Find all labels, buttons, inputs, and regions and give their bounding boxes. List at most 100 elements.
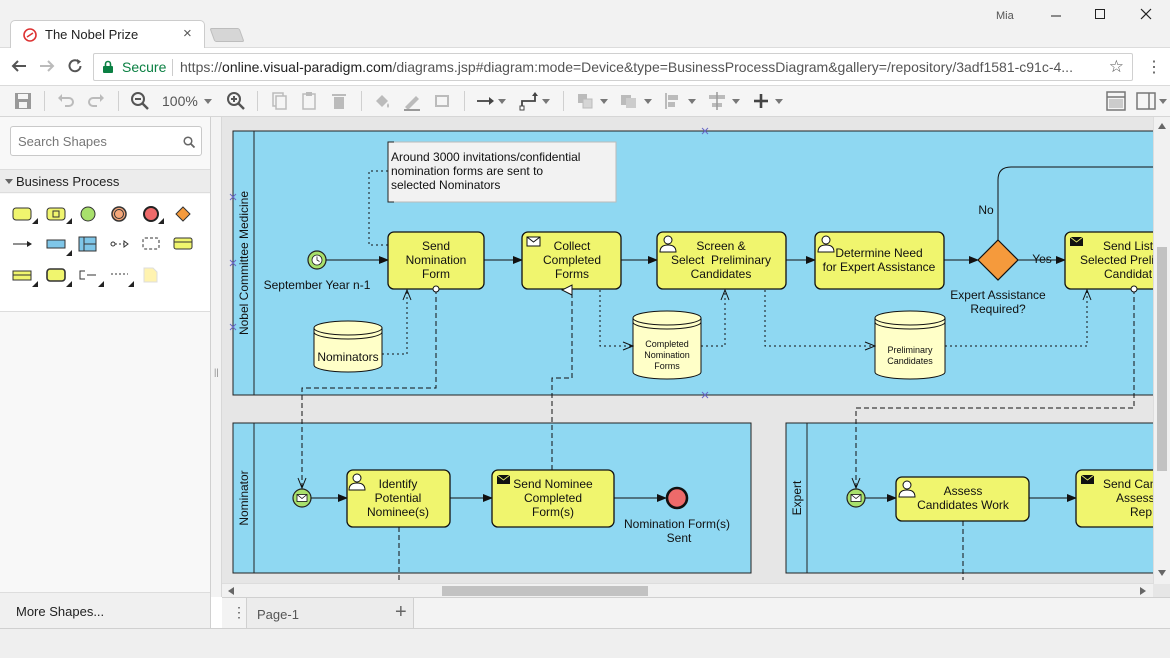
datastore-completed-nomination-forms[interactable]: Completed Nomination Forms (632, 310, 702, 380)
back-arrow-icon[interactable] (9, 57, 29, 77)
distribute-icon[interactable] (706, 90, 728, 112)
bookmark-star-icon[interactable]: ☆ (1109, 57, 1124, 77)
connector-style-icon[interactable] (474, 90, 496, 112)
task-identify-potential-nominees[interactable]: Identify Potential Nominee(s) (346, 469, 451, 528)
group-icon[interactable] (618, 90, 640, 112)
copy-icon[interactable] (268, 90, 290, 112)
collapse-caret-icon[interactable] (5, 179, 13, 184)
shadow-icon[interactable] (431, 90, 453, 112)
align-icon[interactable] (662, 90, 684, 112)
align-dropdown-icon[interactable] (688, 99, 696, 104)
scroll-right-icon[interactable] (1140, 587, 1146, 595)
page-tab[interactable]: Page-1 (246, 598, 414, 629)
panel-dropdown-icon[interactable] (1159, 99, 1167, 104)
business-process-section-header[interactable]: Business Process (0, 169, 210, 193)
horizontal-scrollbar[interactable] (222, 583, 1153, 597)
scroll-down-icon[interactable] (1158, 570, 1166, 576)
outline-panel-icon[interactable] (1135, 90, 1157, 112)
url-field[interactable]: Secure https://online.visual-paradigm.co… (93, 53, 1133, 81)
arrange-dropdown-icon[interactable] (600, 99, 608, 104)
page-menu-icon[interactable]: ⋮ (232, 604, 246, 621)
start-event-shape-icon[interactable] (80, 206, 96, 222)
save-icon[interactable] (12, 90, 34, 112)
scroll-left-icon[interactable] (228, 587, 234, 595)
lane-shape-icon[interactable] (78, 236, 97, 252)
forward-arrow-icon[interactable] (37, 57, 57, 77)
data-object-shape-icon[interactable] (173, 237, 193, 250)
task-send-nominee-completed-forms[interactable]: Send Nominee Completed Form(s) (491, 469, 615, 528)
association-shape-icon[interactable] (111, 273, 134, 287)
window-close-icon[interactable] (1126, 4, 1166, 26)
task-text: Determine Need (835, 246, 922, 260)
pool-shape-icon[interactable] (46, 239, 72, 256)
datastore-preliminary-candidates[interactable]: Preliminary Candidates (874, 310, 946, 380)
waypoint-style-icon[interactable] (518, 90, 540, 112)
text-annotation[interactable]: Around 3000 invitations/confidential nom… (387, 141, 617, 203)
group-shape-icon[interactable] (142, 237, 160, 250)
sequence-flow-shape-icon[interactable] (13, 241, 32, 247)
more-shapes-button[interactable]: More Shapes... (0, 592, 210, 628)
diagram-canvas[interactable]: Nobel Committee Medicine Nominator Exper… (222, 117, 1170, 597)
task-shape-icon[interactable] (12, 207, 38, 224)
horizontal-scroll-thumb[interactable] (442, 586, 648, 596)
search-icon[interactable] (183, 136, 195, 148)
delete-icon[interactable] (328, 90, 350, 112)
connector-dropdown-icon[interactable] (498, 99, 506, 104)
start-timer-event[interactable] (307, 250, 327, 270)
start-message-event-nominator[interactable] (292, 488, 312, 508)
gateway-shape-icon[interactable] (175, 206, 191, 222)
browser-menu-icon[interactable]: ⋮ (1146, 57, 1162, 77)
line-color-icon[interactable] (401, 90, 423, 112)
format-panel-icon[interactable] (1105, 90, 1127, 112)
paste-icon[interactable] (298, 90, 320, 112)
minimize-icon[interactable] (1036, 4, 1076, 26)
end-event-nomination-sent[interactable] (665, 486, 689, 510)
task-assess-candidates-work[interactable]: Assess Candidates Work (895, 476, 1030, 522)
bpmn-diagram[interactable]: Nobel Committee Medicine Nominator Exper… (222, 117, 1170, 597)
annotation-shape-icon[interactable] (79, 270, 104, 287)
task-text: Send (422, 239, 450, 253)
arrange-icon[interactable] (574, 90, 596, 112)
task-text: Nominee(s) (367, 505, 429, 519)
zoom-level[interactable]: 100% (162, 93, 198, 109)
zoom-out-icon[interactable] (129, 90, 151, 112)
search-shapes-input[interactable]: Search Shapes (10, 126, 202, 156)
datastore-nominators[interactable]: Nominators (313, 320, 383, 373)
vertical-scroll-thumb[interactable] (1157, 247, 1167, 471)
tab-close-icon[interactable]: × (183, 25, 192, 42)
note-shape-icon[interactable] (143, 267, 158, 283)
group-dropdown-icon[interactable] (644, 99, 652, 104)
task-collect-completed-forms[interactable]: Collect Completed Forms (521, 231, 622, 290)
new-tab-button[interactable] (209, 28, 245, 42)
transaction-shape-icon[interactable] (46, 268, 72, 287)
collapsed-pool-shape-icon[interactable] (12, 270, 38, 287)
url-path: /diagrams.jsp#diagram:mode=Device&type=B… (392, 59, 1073, 75)
waypoint-dropdown-icon[interactable] (542, 99, 550, 104)
add-page-icon[interactable]: + (395, 601, 407, 624)
browser-tab[interactable]: The Nobel Prize × (10, 20, 205, 48)
scroll-up-icon[interactable] (1158, 123, 1166, 129)
subprocess-shape-icon[interactable] (46, 207, 72, 224)
add-dropdown-icon[interactable] (775, 99, 783, 104)
task-screen-select-candidates[interactable]: Screen & Select Preliminary Candidates (656, 231, 787, 290)
task-send-nomination-form[interactable]: Send Nomination Form (387, 231, 485, 290)
message-flow-shape-icon[interactable] (110, 240, 129, 248)
intermediate-event-shape-icon[interactable] (111, 206, 127, 222)
distribute-dropdown-icon[interactable] (732, 99, 740, 104)
start-message-event-expert[interactable] (846, 488, 866, 508)
sidebar-splitter[interactable]: || (211, 117, 222, 597)
fill-color-icon[interactable] (371, 90, 393, 112)
page-tab-bar: ⋮ Page-1 + (222, 597, 1170, 629)
end-event-shape-icon[interactable] (143, 206, 164, 224)
zoom-dropdown-icon[interactable] (204, 99, 212, 104)
window-user-label[interactable]: Mia (996, 10, 1014, 22)
add-icon[interactable] (750, 90, 772, 112)
task-determine-need[interactable]: Determine Need for Expert Assistance (814, 231, 945, 290)
vertical-scrollbar[interactable] (1153, 117, 1170, 584)
reload-icon[interactable] (65, 57, 85, 77)
undo-icon[interactable] (55, 90, 77, 112)
splitter-grip-icon[interactable]: || (214, 367, 219, 377)
maximize-icon[interactable] (1080, 4, 1120, 26)
zoom-in-icon[interactable] (225, 90, 247, 112)
redo-icon[interactable] (85, 90, 107, 112)
